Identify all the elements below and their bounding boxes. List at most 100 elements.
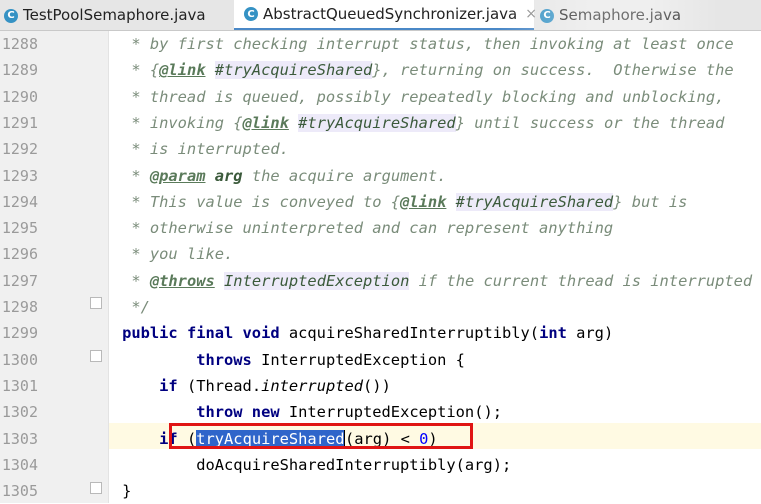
code-token: @link bbox=[242, 113, 289, 132]
code-token: arg) bbox=[566, 324, 614, 343]
code-text: throws InterruptedException { bbox=[85, 347, 465, 373]
code-line[interactable]: 1290 * thread is queued, possibly repeat… bbox=[0, 84, 761, 110]
code-line[interactable]: 1300 throws InterruptedException { bbox=[0, 347, 761, 373]
code-text: * This value is conveyed to {@link #tryA… bbox=[85, 189, 687, 215]
code-token: if bbox=[159, 376, 178, 395]
line-number: 1295 bbox=[1, 219, 38, 238]
code-token: @link bbox=[400, 192, 447, 211]
code-line[interactable]: 1305 } bbox=[0, 478, 761, 504]
tab-test-pool-semaphore[interactable]: C TestPoolSemaphore.java bbox=[4, 0, 230, 30]
code-token: doAcquireSharedInterruptibly(arg); bbox=[85, 455, 512, 474]
code-text: * by first checking interrupt status, th… bbox=[85, 31, 734, 57]
code-line[interactable]: 1299 public final void acquireSharedInte… bbox=[0, 320, 761, 346]
code-text: * is interrupted. bbox=[85, 136, 289, 162]
code-line[interactable]: 1294 * This value is conveyed to {@link … bbox=[0, 189, 761, 215]
code-line[interactable]: 1296 * you like. bbox=[0, 241, 761, 267]
code-token: } until success or the thread bbox=[455, 113, 725, 132]
code-token: * This value is conveyed to { bbox=[85, 192, 401, 211]
code-token: @param bbox=[149, 166, 206, 185]
line-number: 1301 bbox=[1, 376, 38, 395]
fold-marker-icon[interactable] bbox=[90, 297, 102, 309]
tab-label: AbstractQueuedSynchronizer.java bbox=[263, 4, 518, 23]
code-text: * thread is queued, possibly repeatedly … bbox=[85, 84, 724, 110]
line-number: 1300 bbox=[1, 350, 38, 369]
code-text: doAcquireSharedInterruptibly(arg); bbox=[85, 452, 511, 478]
code-token: * thread is queued, possibly repeatedly … bbox=[85, 87, 725, 106]
code-text: * you like. bbox=[85, 241, 233, 267]
code-text: * @throws InterruptedException if the cu… bbox=[85, 268, 752, 294]
code-text: if (Thread.interrupted()) bbox=[85, 373, 391, 399]
line-number: 1293 bbox=[1, 166, 38, 185]
code-token: * bbox=[85, 271, 150, 290]
tab-label: TestPoolSemaphore.java bbox=[23, 6, 206, 24]
line-number: 1291 bbox=[1, 113, 38, 132]
editor-tab-bar: C TestPoolSemaphore.java C AbstractQueue… bbox=[0, 0, 761, 31]
line-number: 1289 bbox=[1, 61, 38, 80]
code-token: * otherwise uninterpreted and can repres… bbox=[85, 219, 614, 238]
code-token: int bbox=[539, 324, 567, 343]
code-token: } but is bbox=[613, 192, 688, 211]
code-token: * you like. bbox=[85, 245, 234, 264]
line-number: 1290 bbox=[1, 87, 38, 106]
code-token: public final void bbox=[122, 324, 280, 343]
code-token: #tryAcquireShared bbox=[455, 192, 614, 211]
code-token: #tryAcquireShared bbox=[214, 61, 373, 80]
code-text: * otherwise uninterpreted and can repres… bbox=[85, 215, 613, 241]
code-token: interrupted bbox=[261, 376, 364, 395]
code-token: * is interrupted. bbox=[85, 140, 289, 159]
code-line[interactable]: 1304 doAcquireSharedInterruptibly(arg); bbox=[0, 452, 761, 478]
tab-abstract-queued-synchronizer[interactable]: C AbstractQueuedSynchronizer.java × bbox=[234, 0, 537, 30]
fold-marker-icon[interactable] bbox=[90, 350, 102, 362]
line-number: 1299 bbox=[1, 324, 38, 343]
code-token: #tryAcquireShared bbox=[298, 113, 456, 132]
code-token: throws bbox=[196, 350, 252, 369]
code-line[interactable]: 1292 * is interrupted. bbox=[0, 136, 761, 162]
code-token: if the current thread is interrupted bbox=[409, 271, 753, 290]
code-line[interactable]: 1289 * {@link #tryAcquireShared}, return… bbox=[0, 57, 761, 83]
code-token: * invoking { bbox=[85, 113, 243, 132]
code-token: throw new bbox=[196, 403, 280, 422]
code-line[interactable]: 1301 if (Thread.interrupted()) bbox=[0, 373, 761, 399]
code-line[interactable]: 1291 * invoking {@link #tryAcquireShared… bbox=[0, 110, 761, 136]
code-token: InterruptedException bbox=[224, 271, 410, 290]
watermark-overlay bbox=[500, 0, 720, 30]
code-token: @link bbox=[159, 61, 206, 80]
class-file-icon: C bbox=[4, 8, 18, 23]
code-line[interactable]: 1293 * @param arg the acquire argument. bbox=[0, 163, 761, 189]
code-token: InterruptedException(); bbox=[279, 403, 502, 422]
line-number: 1296 bbox=[1, 245, 38, 264]
code-line[interactable]: 1295 * otherwise uninterpreted and can r… bbox=[0, 215, 761, 241]
class-file-icon: C bbox=[244, 7, 258, 21]
code-token: @throws bbox=[149, 271, 215, 290]
line-number: 1304 bbox=[1, 455, 38, 474]
code-text: * @param arg the acquire argument. bbox=[85, 163, 446, 189]
line-number: 1297 bbox=[1, 271, 38, 290]
code-token: (Thread. bbox=[177, 376, 262, 395]
code-token: }, returning on success. Otherwise the bbox=[372, 61, 734, 80]
line-number: 1294 bbox=[1, 192, 38, 211]
code-text: public final void acquireSharedInterrupt… bbox=[85, 320, 613, 346]
fold-marker-icon[interactable] bbox=[90, 482, 102, 494]
code-token: * bbox=[85, 166, 150, 185]
code-token: acquireSharedInterruptibly( bbox=[279, 324, 540, 343]
code-line[interactable]: 1298 */ bbox=[0, 294, 761, 320]
code-line[interactable]: 1302 throw new InterruptedException(); bbox=[0, 399, 761, 425]
line-number: 1288 bbox=[1, 35, 38, 53]
code-token: the acquire argument. bbox=[242, 166, 447, 185]
code-token: * by first checking interrupt status, th… bbox=[85, 35, 734, 53]
line-number: 1292 bbox=[1, 140, 38, 159]
line-number: 1298 bbox=[1, 298, 38, 316]
code-line[interactable]: 1297 * @throws InterruptedException if t… bbox=[0, 268, 761, 294]
line-number: 1303 bbox=[1, 429, 38, 448]
code-line[interactable]: 1288 * by first checking interrupt statu… bbox=[0, 31, 761, 57]
line-number: 1302 bbox=[1, 403, 38, 422]
